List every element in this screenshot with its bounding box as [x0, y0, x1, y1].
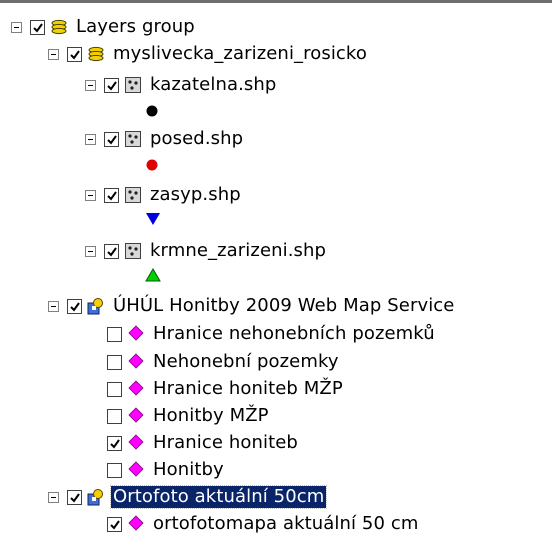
collapse-toggle[interactable] [11, 21, 22, 33]
layer-checkbox[interactable] [107, 354, 122, 370]
collapse-toggle[interactable] [48, 300, 59, 312]
layer-checkbox[interactable] [67, 298, 82, 314]
diamond-icon [127, 434, 145, 452]
collapse-toggle[interactable] [85, 189, 96, 201]
node-label[interactable]: ortofotomapa aktuální 50 cm [151, 513, 420, 535]
tree-node-posed[interactable]: posed.shp [85, 126, 245, 152]
node-label[interactable]: ÚHÚL Honitby 2009 Web Map Service [111, 295, 456, 317]
layer-checkbox[interactable] [30, 19, 45, 35]
node-label[interactable]: myslivecka_zarizeni_rosicko [111, 43, 369, 65]
black-circle-symbol-icon [145, 104, 159, 118]
tree-node-ortofoto-wms[interactable]: Ortofoto aktuální 50cm [48, 484, 328, 510]
layers-group-icon [87, 45, 105, 63]
layer-checkbox[interactable] [107, 381, 122, 397]
node-label[interactable]: Nehonební pozemky [151, 351, 341, 373]
diamond-icon [127, 380, 145, 398]
diamond-icon [127, 325, 145, 343]
layer-checkbox[interactable] [67, 489, 82, 505]
tree-node-layers-group[interactable]: Layers group [11, 14, 197, 40]
layer-checkbox[interactable] [104, 243, 119, 259]
node-label[interactable]: Hranice nehonebních pozemků [151, 323, 437, 345]
point-layer-icon [124, 242, 142, 260]
layer-checkbox[interactable] [107, 516, 122, 532]
wms-sublayer-item[interactable]: Honitby [107, 457, 226, 483]
collapse-toggle[interactable] [85, 79, 96, 91]
node-label-selected[interactable]: Ortofoto aktuální 50cm [109, 485, 328, 509]
tree-node-myslivecka-group[interactable]: myslivecka_zarizeni_rosicko [48, 41, 369, 67]
point-layer-icon [124, 76, 142, 94]
tree-node-krmne-zarizeni[interactable]: krmne_zarizeni.shp [85, 238, 328, 264]
layer-checkbox[interactable] [107, 326, 122, 342]
layer-checkbox[interactable] [104, 187, 119, 203]
tree-node-zasyp[interactable]: zasyp.shp [85, 182, 243, 208]
tree-node-kazatelna[interactable]: kazatelna.shp [85, 72, 278, 98]
node-label[interactable]: Hranice honiteb [151, 432, 300, 454]
wms-service-icon [87, 297, 105, 315]
wms-sublayer-item[interactable]: Hranice honiteb MŽP [107, 376, 345, 402]
wms-service-icon [87, 488, 105, 506]
diamond-icon [127, 515, 145, 533]
collapse-toggle[interactable] [48, 48, 59, 60]
node-label[interactable]: kazatelna.shp [148, 74, 278, 96]
layer-checkbox[interactable] [104, 131, 119, 147]
tree-node-uhul-wms[interactable]: ÚHÚL Honitby 2009 Web Map Service [48, 293, 456, 319]
wms-sublayer-item[interactable]: Nehonební pozemky [107, 349, 341, 375]
node-label[interactable]: Hranice honiteb MŽP [151, 378, 345, 400]
node-label[interactable]: Honitby [151, 459, 226, 481]
green-triangle-up-symbol-icon [145, 268, 161, 282]
wms-sublayer-item[interactable]: Hranice honiteb [107, 430, 300, 456]
layer-checkbox[interactable] [67, 46, 82, 62]
red-circle-symbol-icon [145, 158, 159, 172]
node-label[interactable]: zasyp.shp [148, 184, 243, 206]
collapse-toggle[interactable] [85, 245, 96, 257]
point-layer-icon [124, 186, 142, 204]
node-label[interactable]: krmne_zarizeni.shp [148, 240, 328, 262]
diamond-icon [127, 407, 145, 425]
diamond-icon [127, 461, 145, 479]
node-label[interactable]: Layers group [74, 16, 197, 38]
wms-sublayer-item[interactable]: ortofotomapa aktuální 50 cm [107, 511, 420, 537]
wms-sublayer-item[interactable]: Honitby MŽP [107, 403, 271, 429]
layer-checkbox[interactable] [107, 408, 122, 424]
collapse-toggle[interactable] [85, 133, 96, 145]
collapse-toggle[interactable] [48, 491, 59, 503]
point-layer-icon [124, 130, 142, 148]
blue-triangle-down-symbol-icon [145, 212, 161, 226]
layer-checkbox[interactable] [104, 77, 119, 93]
layer-checkbox[interactable] [107, 435, 122, 451]
wms-sublayer-item[interactable]: Hranice nehonebních pozemků [107, 321, 437, 347]
layers-group-icon [50, 18, 68, 36]
panel-top-border [0, 0, 552, 3]
node-label[interactable]: posed.shp [148, 128, 245, 150]
layer-checkbox[interactable] [107, 462, 122, 478]
diamond-icon [127, 353, 145, 371]
node-label[interactable]: Honitby MŽP [151, 405, 271, 427]
